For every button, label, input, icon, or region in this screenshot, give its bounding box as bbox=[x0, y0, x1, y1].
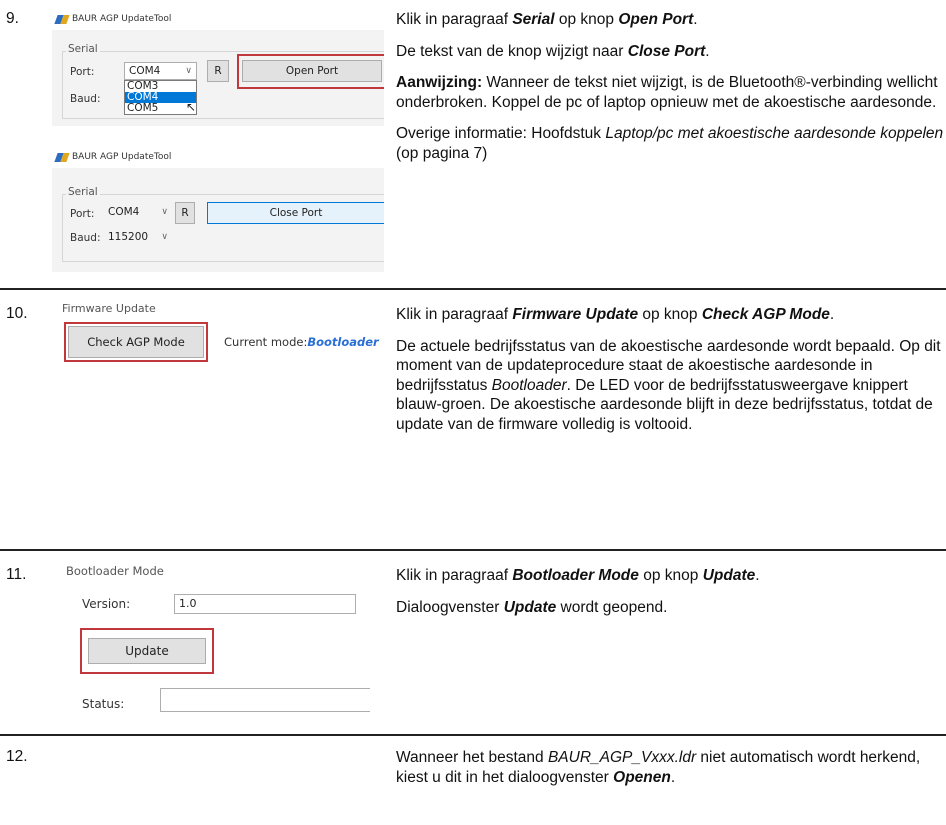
baud-select[interactable]: 115200 ∨ bbox=[104, 229, 172, 247]
result-text: De tekst van de knop wijzigt naar Close … bbox=[396, 42, 710, 60]
port-select-value: COM4 bbox=[129, 65, 161, 77]
baur-logo-icon bbox=[56, 15, 69, 24]
instruction: Wanneer het bestand BAUR_AGP_Vxxx.ldr ni… bbox=[396, 749, 921, 786]
instruction: Klik in paragraaf Bootloader Mode op kno… bbox=[396, 567, 760, 584]
bootloader-group-label: Bootloader Mode bbox=[66, 564, 164, 578]
port-select[interactable]: COM4 ∨ bbox=[124, 62, 197, 80]
step-10-text: Klik in paragraaf Firmware Update op kno… bbox=[396, 305, 944, 449]
serial-group-label: Serial bbox=[66, 186, 100, 198]
step-11-text: Klik in paragraaf Bootloader Mode op kno… bbox=[396, 566, 944, 632]
highlight-frame bbox=[80, 628, 214, 674]
port-label: Port: bbox=[70, 66, 95, 78]
window-titlebar: BAUR AGP UpdateTool bbox=[52, 146, 384, 168]
result-text: Dialoogvenster Update wordt geopend. bbox=[396, 598, 668, 616]
serial-group-label: Serial bbox=[66, 43, 100, 55]
port-select-value: COM4 bbox=[108, 206, 140, 218]
port-select[interactable]: COM4 ∨ bbox=[104, 204, 172, 222]
divider bbox=[0, 734, 946, 736]
status-field bbox=[160, 688, 370, 712]
status-label: Status: bbox=[82, 697, 125, 711]
version-label: Version: bbox=[82, 597, 131, 611]
firmware-group-label: Firmware Update bbox=[62, 302, 156, 315]
divider bbox=[0, 288, 946, 290]
firmware-update-screenshot: Firmware Update Check AGP Mode Current m… bbox=[58, 302, 384, 372]
baur-logo-icon bbox=[56, 153, 69, 162]
refresh-button[interactable]: R bbox=[175, 202, 195, 224]
current-mode-label: Current mode:Bootloader bbox=[224, 335, 379, 349]
step-number: 10. bbox=[6, 305, 28, 322]
highlight-frame bbox=[64, 322, 208, 362]
chevron-down-icon: ∨ bbox=[185, 66, 192, 76]
window-title: BAUR AGP UpdateTool bbox=[72, 152, 172, 162]
step-number: 9. bbox=[6, 10, 19, 27]
serial-screenshot-close: BAUR AGP UpdateTool Serial Port: Baud: C… bbox=[52, 146, 384, 272]
reference-text: Overige informatie: Hoofdstuk Laptop/pc … bbox=[396, 125, 944, 162]
baud-select-value: 115200 bbox=[108, 231, 149, 243]
instruction: Klik in paragraaf Serial op knop Open Po… bbox=[396, 11, 698, 28]
port-label: Port: bbox=[70, 208, 95, 220]
current-mode-value: Bootloader bbox=[307, 335, 379, 349]
serial-screenshot-open: BAUR AGP UpdateTool Serial Port: Baud: C… bbox=[52, 8, 384, 126]
baud-label: Baud: bbox=[70, 93, 101, 105]
window-title: BAUR AGP UpdateTool bbox=[72, 14, 172, 24]
mouse-cursor-icon: ↖ bbox=[186, 100, 197, 114]
close-port-button[interactable]: Close Port bbox=[207, 202, 384, 224]
version-field[interactable]: 1.0 bbox=[174, 594, 356, 614]
refresh-button[interactable]: R bbox=[207, 60, 229, 82]
highlight-frame bbox=[237, 54, 384, 89]
divider bbox=[0, 549, 946, 551]
instruction: Klik in paragraaf Firmware Update op kno… bbox=[396, 306, 835, 323]
note-text: Aanwijzing: Wanneer de tekst niet wijzig… bbox=[396, 74, 938, 111]
bootloader-mode-screenshot: Bootloader Mode Version: 1.0 Update Stat… bbox=[60, 560, 370, 720]
step-number: 11. bbox=[6, 566, 27, 583]
chevron-down-icon: ∨ bbox=[161, 207, 168, 217]
step-12-text: Wanneer het bestand BAUR_AGP_Vxxx.ldr ni… bbox=[396, 748, 944, 802]
baud-label: Baud: bbox=[70, 232, 101, 244]
chevron-down-icon: ∨ bbox=[161, 232, 168, 242]
window-titlebar: BAUR AGP UpdateTool bbox=[52, 8, 384, 30]
step-9-text: Klik in paragraaf Serial op knop Open Po… bbox=[396, 10, 944, 178]
step-number: 12. bbox=[6, 748, 28, 765]
description-text: De actuele bedrijfsstatus van de akoesti… bbox=[396, 337, 941, 433]
